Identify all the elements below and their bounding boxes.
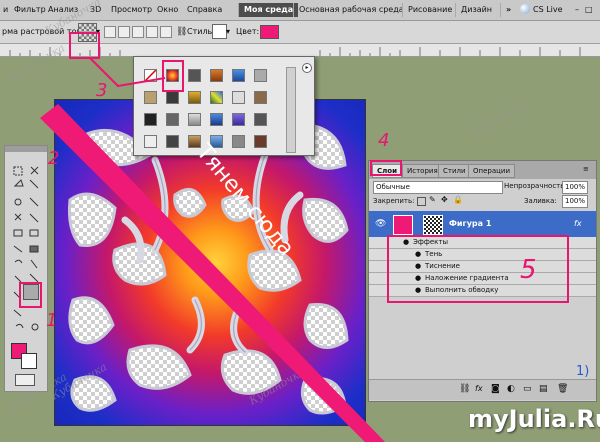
site-watermark: myJulia.Ru — [468, 405, 600, 433]
annotation-number-5: 5 — [520, 255, 537, 285]
highlight-box-1 — [19, 282, 42, 308]
highlight-box-5 — [387, 235, 569, 303]
annotation-number-3: 3 — [96, 80, 108, 101]
annotation-number-2: 2 — [48, 148, 60, 169]
annotation-number-1: 1 — [46, 310, 58, 331]
highlight-box-selected-style — [162, 60, 184, 92]
corner-number: 1) — [576, 364, 590, 379]
highlight-box-3 — [69, 32, 100, 59]
annotation-number-4: 4 — [378, 130, 390, 151]
annotation-overlay — [19, 32, 569, 442]
highlight-box-4 — [370, 160, 402, 176]
